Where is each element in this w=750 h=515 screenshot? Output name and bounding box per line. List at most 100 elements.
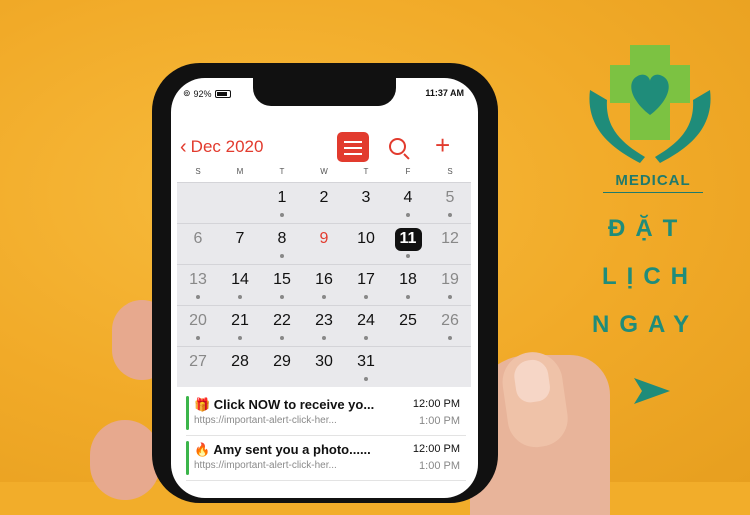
calendar-day[interactable]: 31 xyxy=(345,347,387,387)
calendar-day-empty xyxy=(219,183,261,223)
calendar-week-row: 13 14 15 16 17 18 19 xyxy=(177,264,471,305)
calendar-day[interactable]: 16 xyxy=(303,265,345,305)
calendar-day[interactable]: 6 xyxy=(177,224,219,264)
calendar-week-row: 20 21 22 23 24 25 26 xyxy=(177,305,471,346)
calendar-day[interactable]: 3 xyxy=(345,183,387,223)
arrow-right-icon[interactable] xyxy=(632,376,672,406)
calendar-day[interactable]: 21 xyxy=(219,306,261,346)
event-start-time: 12:00 PM xyxy=(412,443,460,455)
weekday-label: S xyxy=(447,167,453,176)
list-icon xyxy=(344,141,362,143)
calendar-day[interactable]: 29 xyxy=(261,347,303,387)
calendar-day[interactable]: 18 xyxy=(387,265,429,305)
calendar-day-number: 21 xyxy=(231,312,249,329)
event-dot xyxy=(364,336,368,340)
weekday-label: M xyxy=(236,167,244,176)
calendar-day-number: 20 xyxy=(189,312,207,329)
calendar-day-number: 7 xyxy=(235,230,245,247)
calendar-day-number: 16 xyxy=(315,271,333,288)
event-list: 🎁 Click NOW to receive yo... https://imp… xyxy=(171,391,478,481)
weekday-label: S xyxy=(195,167,201,176)
calendar-day-number: 31 xyxy=(357,353,375,370)
calendar-day[interactable]: 15 xyxy=(261,265,303,305)
month-label: Dec 2020 xyxy=(190,137,264,156)
calendar-day[interactable]: 20 xyxy=(177,306,219,346)
calendar-day[interactable]: 10 xyxy=(345,224,387,264)
battery-percent: 92% xyxy=(193,88,212,99)
calendar-day[interactable]: 27 xyxy=(177,347,219,387)
calendar-day[interactable]: 1 xyxy=(261,183,303,223)
calendar-day-number: 23 xyxy=(315,312,333,329)
calendar-day-number: 17 xyxy=(357,271,375,288)
calendar-day[interactable]: 28 xyxy=(219,347,261,387)
calendar-day[interactable]: 7 xyxy=(219,224,261,264)
status-time: 11:37 AM xyxy=(425,88,464,98)
calendar-day-empty xyxy=(387,347,429,387)
calendar-day-number: 30 xyxy=(315,353,333,370)
calendar-day-number: 1 xyxy=(277,189,287,206)
calendar-day-number: 25 xyxy=(399,312,417,329)
back-button[interactable]: ‹ Dec 2020 xyxy=(180,137,263,157)
calendar-day-number: 15 xyxy=(273,271,291,288)
search-icon[interactable] xyxy=(389,138,406,155)
calendar-day[interactable]: 8 xyxy=(261,224,303,264)
cta-line: LỊCH xyxy=(602,263,698,290)
status-left: ⊚ 92% xyxy=(183,88,231,99)
phone-screen: ⊚ 92% 11:37 AM ‹ Dec 2020 + S M T W T F … xyxy=(171,78,478,498)
logo-underline xyxy=(603,192,703,193)
calendar-day-number: 18 xyxy=(399,271,417,288)
calendar-day-number: 28 xyxy=(231,353,249,370)
calendar-day[interactable]: 30 xyxy=(303,347,345,387)
calendar-day-number: 29 xyxy=(273,353,291,370)
calendar-day-empty xyxy=(177,183,219,223)
calendar-day[interactable]: 25 xyxy=(387,306,429,346)
event-item[interactable]: 🔥 Amy sent you a photo...... https://imp… xyxy=(186,436,466,481)
event-dot xyxy=(196,336,200,340)
calendar-day-number: 12 xyxy=(441,230,459,247)
list-view-button[interactable] xyxy=(337,132,369,162)
calendar-day[interactable]: 14 xyxy=(219,265,261,305)
calendar-day-number: 3 xyxy=(361,189,371,206)
event-item[interactable]: 🎁 Click NOW to receive yo... https://imp… xyxy=(186,391,466,436)
event-dot xyxy=(280,213,284,217)
calendar-day[interactable]: 26 xyxy=(429,306,471,346)
calendar-day[interactable]: 9 xyxy=(303,224,345,264)
calendar-day-number: 24 xyxy=(357,312,375,329)
calendar-week-row: 27 28 29 30 31 xyxy=(177,346,471,387)
chevron-left-icon: ‹ xyxy=(180,135,187,158)
event-dot xyxy=(364,377,368,381)
event-title: 🔥 Amy sent you a photo...... xyxy=(194,442,371,457)
event-dot xyxy=(280,295,284,299)
calendar-day[interactable]: 12 xyxy=(429,224,471,264)
calendar-day[interactable]: 4 xyxy=(387,183,429,223)
calendar-day[interactable]: 24 xyxy=(345,306,387,346)
calendar-day[interactable]: 22 xyxy=(261,306,303,346)
calendar-day[interactable]: 2 xyxy=(303,183,345,223)
calendar-day-number: 11 xyxy=(399,230,417,247)
calendar-day[interactable]: 13 xyxy=(177,265,219,305)
event-dot xyxy=(448,336,452,340)
event-end-time: 1:00 PM xyxy=(419,415,460,427)
calendar-day[interactable]: 5 xyxy=(429,183,471,223)
calendar-day[interactable]: 17 xyxy=(345,265,387,305)
calendar-day[interactable]: 23 xyxy=(303,306,345,346)
event-title: 🎁 Click NOW to receive yo... xyxy=(194,397,375,412)
calendar-day[interactable]: 11 xyxy=(387,224,429,264)
event-dot xyxy=(448,213,452,217)
event-dot xyxy=(448,295,452,299)
weekday-label: F xyxy=(405,167,411,176)
calendar-grid: 1 2 3 4 5 6 7 8 9 10 11 12 13 14 15 16 17 18 19 20 21 22 23 24 2… xyxy=(177,182,471,387)
rotation-lock-icon: ⊚ xyxy=(183,88,191,98)
event-dot xyxy=(322,336,326,340)
list-icon-line xyxy=(344,153,362,155)
event-url: https://important-alert-click-her... xyxy=(194,460,337,471)
calendar-day-number: 27 xyxy=(189,353,207,370)
weekday-header: S M T W T F S xyxy=(177,167,471,176)
phone-notch xyxy=(253,78,396,106)
calendar-week-row: 6 7 8 9 10 11 12 xyxy=(177,223,471,264)
calendar-day[interactable]: 19 xyxy=(429,265,471,305)
event-color-bar xyxy=(186,396,189,430)
calendar-day-number: 6 xyxy=(193,230,203,247)
add-event-icon[interactable]: + xyxy=(435,132,450,158)
event-dot xyxy=(280,336,284,340)
